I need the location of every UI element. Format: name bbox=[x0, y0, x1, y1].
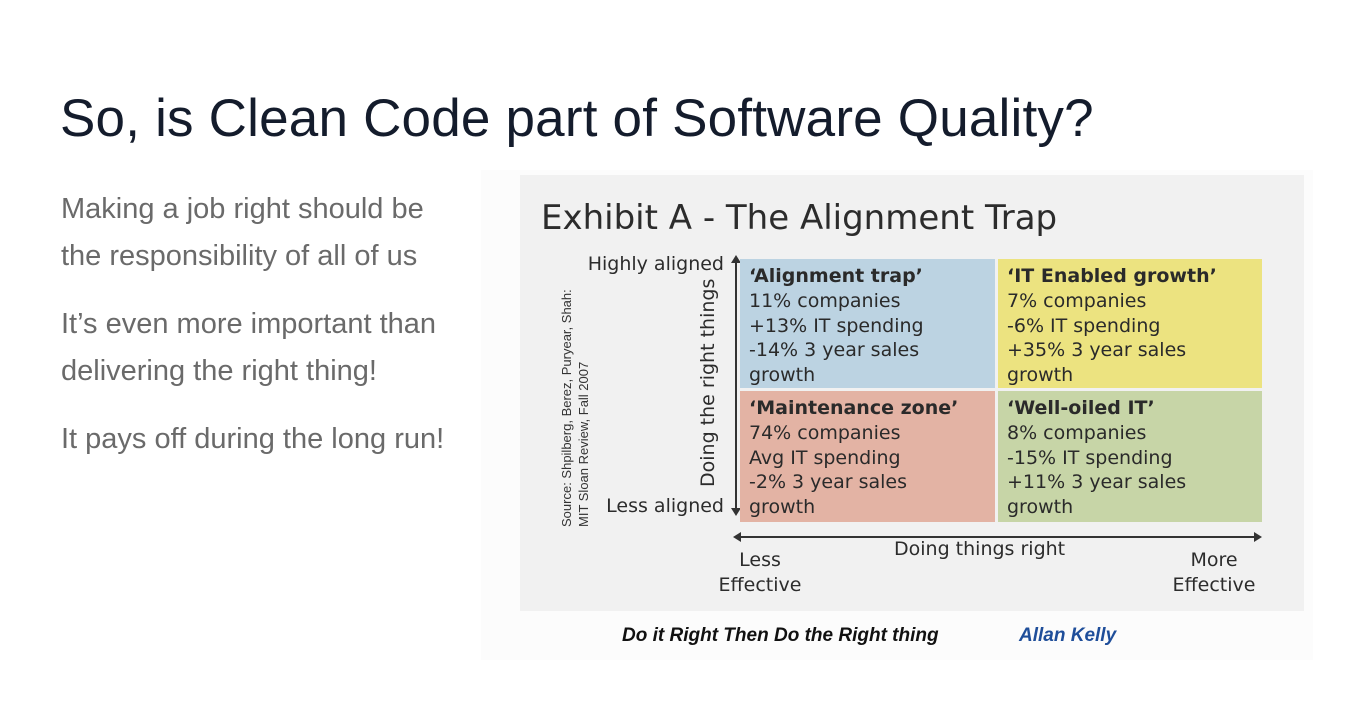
quadrant-maintenance-zone: ‘Maintenance zone’ 74% companies Avg IT … bbox=[740, 391, 995, 522]
quadrant-line: growth bbox=[749, 496, 816, 519]
bullet-item: Making a job right should be the respons… bbox=[61, 193, 424, 272]
alignment-trap-exhibit: Exhibit A - The Alignment Trap Source: S… bbox=[520, 175, 1304, 611]
quadrant-line: growth bbox=[749, 364, 816, 387]
quadrant-title: ‘Well-oiled IT’ bbox=[1007, 397, 1155, 419]
x-right-line-1: More bbox=[1190, 549, 1238, 571]
quadrant-line: +35% 3 year sales bbox=[1007, 339, 1187, 362]
bullet-item: It pays off during the long run! bbox=[61, 423, 445, 455]
bullet-list: Making a job right should be the respons… bbox=[61, 186, 461, 484]
quadrant-line: -15% IT spending bbox=[1007, 446, 1173, 469]
y-bottom-label: Less aligned bbox=[606, 495, 724, 517]
x-left-label: Less Effective bbox=[710, 548, 810, 598]
quadrant-line: 7% companies bbox=[1007, 289, 1147, 312]
y-axis-arrow bbox=[731, 255, 741, 516]
exhibit-caption: Do it Right Then Do the Right thing bbox=[622, 625, 939, 646]
slide: So, is Clean Code part of Software Quali… bbox=[0, 0, 1357, 719]
quadrant-line: 74% companies bbox=[749, 421, 901, 444]
y-top-label: Highly aligned bbox=[587, 253, 724, 275]
x-right-line-2: Effective bbox=[1172, 574, 1256, 596]
quadrant-it-enabled-growth: ‘IT Enabled growth’ 7% companies -6% IT … bbox=[998, 259, 1262, 388]
quadrant-well-oiled-it: ‘Well-oiled IT’ 8% companies -15% IT spe… bbox=[998, 391, 1262, 522]
quadrant-line: Avg IT spending bbox=[749, 446, 901, 469]
quadrant-alignment-trap: ‘Alignment trap’ 11% companies +13% IT s… bbox=[740, 259, 995, 388]
x-axis-label: Doing things right bbox=[894, 538, 1066, 560]
quadrant-title: ‘Alignment trap’ bbox=[749, 265, 923, 287]
x-right-label: More Effective bbox=[1162, 548, 1266, 598]
slide-title: So, is Clean Code part of Software Quali… bbox=[60, 89, 1094, 148]
bullet-item: It’s even more important than delivering… bbox=[61, 308, 437, 387]
source-note: Source: Shpilberg, Berez, Puryear, Shah:… bbox=[558, 289, 592, 527]
quadrant-line: -14% 3 year sales bbox=[749, 339, 920, 362]
exhibit-author: Allan Kelly bbox=[1019, 625, 1117, 646]
quadrant-line: -2% 3 year sales bbox=[749, 471, 908, 494]
source-line-1: Source: Shpilberg, Berez, Puryear, Shah: bbox=[559, 289, 574, 527]
quadrant-line: 11% companies bbox=[749, 289, 901, 312]
quadrant-title: ‘IT Enabled growth’ bbox=[1007, 265, 1217, 287]
quadrant-line: +13% IT spending bbox=[749, 314, 924, 337]
quadrant-line: +11% 3 year sales bbox=[1007, 471, 1187, 494]
quadrant-line: growth bbox=[1007, 364, 1074, 387]
exhibit-title: Exhibit A - The Alignment Trap bbox=[541, 198, 1058, 238]
quadrant-line: growth bbox=[1007, 496, 1074, 519]
x-left-line-1: Less bbox=[739, 549, 781, 571]
source-line-2: MIT Sloan Review, Fall 2007 bbox=[576, 361, 591, 527]
quadrant-title: ‘Maintenance zone’ bbox=[749, 397, 959, 419]
x-left-line-2: Effective bbox=[718, 574, 802, 596]
y-axis-label: Doing the right things bbox=[697, 278, 719, 487]
quadrant-line: -6% IT spending bbox=[1007, 314, 1161, 337]
quadrant-line: 8% companies bbox=[1007, 421, 1147, 444]
